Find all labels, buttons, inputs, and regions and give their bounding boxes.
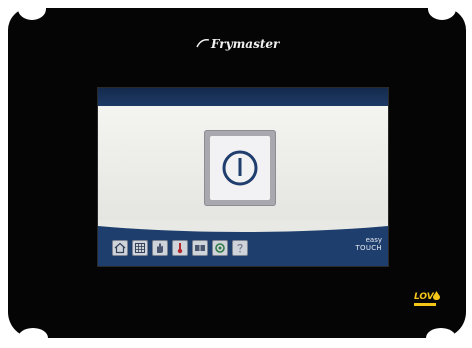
thermometer-icon[interactable] [172, 240, 188, 256]
grid-icon[interactable] [132, 240, 148, 256]
bezel-notch-top-right [428, 0, 456, 20]
lov-logo: LOV [414, 291, 440, 310]
power-icon [222, 150, 258, 186]
power-button-face [210, 136, 270, 200]
easytouch-logo: easy TOUCH [342, 236, 382, 252]
lov-logo-underline [414, 303, 436, 306]
power-button[interactable] [204, 130, 276, 206]
oil-drop-icon [433, 291, 440, 300]
easytouch-line2: TOUCH [355, 244, 382, 252]
home-icon[interactable] [112, 240, 128, 256]
touch-screen: easy TOUCH [97, 87, 389, 267]
book-icon[interactable] [192, 240, 208, 256]
frymaster-logo: Frymaster [196, 36, 286, 52]
nav-icon-bar [112, 240, 248, 256]
screen-header-bar [98, 88, 388, 106]
hand-icon[interactable] [152, 240, 168, 256]
easytouch-line1: easy [365, 236, 382, 244]
bezel-notch-bottom-left [18, 328, 48, 348]
lov-logo-text: LOV [414, 292, 434, 302]
recycle-icon[interactable] [212, 240, 228, 256]
frymaster-swoosh-icon [196, 39, 210, 48]
brand-name: Frymaster [211, 37, 280, 51]
bezel-notch-top-left [18, 0, 46, 20]
help-icon[interactable] [232, 240, 248, 256]
bezel-notch-bottom-right [426, 328, 456, 348]
